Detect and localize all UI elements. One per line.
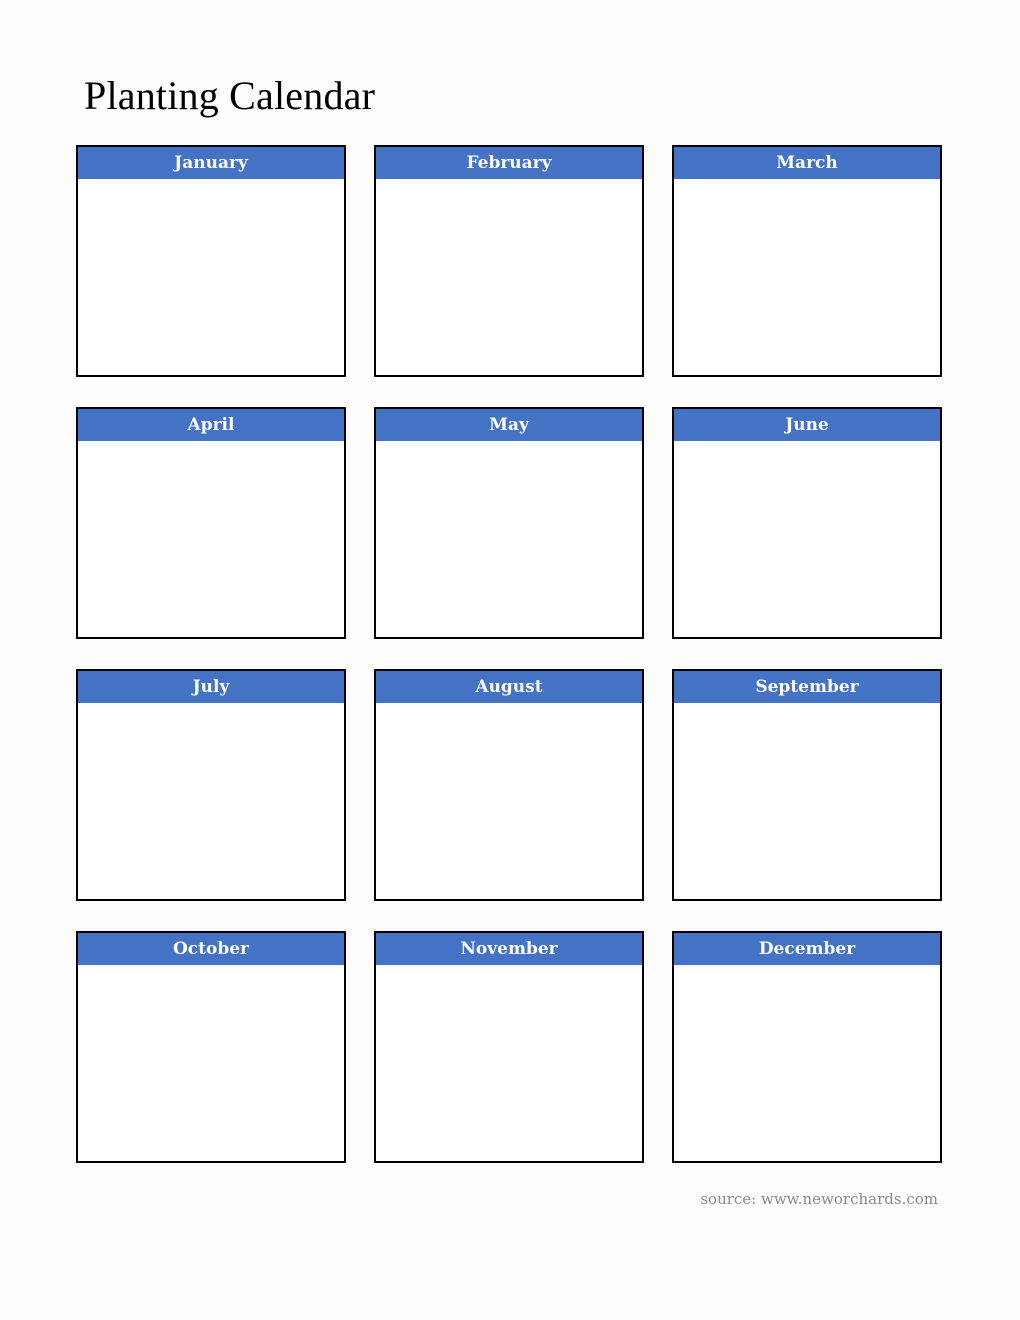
month-notes-area[interactable] bbox=[674, 179, 940, 375]
month-notes-area[interactable] bbox=[376, 179, 642, 375]
month-header: January bbox=[78, 147, 344, 179]
month-notes-area[interactable] bbox=[376, 703, 642, 899]
month-header: October bbox=[78, 933, 344, 965]
month-box-january: January bbox=[76, 145, 346, 377]
month-header: March bbox=[674, 147, 940, 179]
month-notes-area[interactable] bbox=[78, 179, 344, 375]
month-box-august: August bbox=[374, 669, 644, 901]
month-box-july: July bbox=[76, 669, 346, 901]
month-header: September bbox=[674, 671, 940, 703]
month-header: August bbox=[376, 671, 642, 703]
month-box-march: March bbox=[672, 145, 942, 377]
month-notes-area[interactable] bbox=[674, 441, 940, 637]
month-header: February bbox=[376, 147, 642, 179]
month-notes-area[interactable] bbox=[78, 441, 344, 637]
month-box-october: October bbox=[76, 931, 346, 1163]
month-notes-area[interactable] bbox=[376, 441, 642, 637]
month-box-december: December bbox=[672, 931, 942, 1163]
month-notes-area[interactable] bbox=[674, 703, 940, 899]
month-header: July bbox=[78, 671, 344, 703]
month-box-february: February bbox=[374, 145, 644, 377]
month-box-may: May bbox=[374, 407, 644, 639]
month-box-april: April bbox=[76, 407, 346, 639]
month-notes-area[interactable] bbox=[674, 965, 940, 1161]
month-notes-area[interactable] bbox=[78, 965, 344, 1161]
month-box-june: June bbox=[672, 407, 942, 639]
month-header: June bbox=[674, 409, 940, 441]
month-box-november: November bbox=[374, 931, 644, 1163]
month-header: April bbox=[78, 409, 344, 441]
month-grid: January February March April May June Ju… bbox=[76, 145, 942, 1163]
month-notes-area[interactable] bbox=[376, 965, 642, 1161]
month-box-september: September bbox=[672, 669, 942, 901]
month-notes-area[interactable] bbox=[78, 703, 344, 899]
source-credit: source: www.neworchards.com bbox=[700, 1190, 938, 1208]
month-header: November bbox=[376, 933, 642, 965]
month-header: December bbox=[674, 933, 940, 965]
month-header: May bbox=[376, 409, 642, 441]
page-title: Planting Calendar bbox=[84, 73, 376, 118]
